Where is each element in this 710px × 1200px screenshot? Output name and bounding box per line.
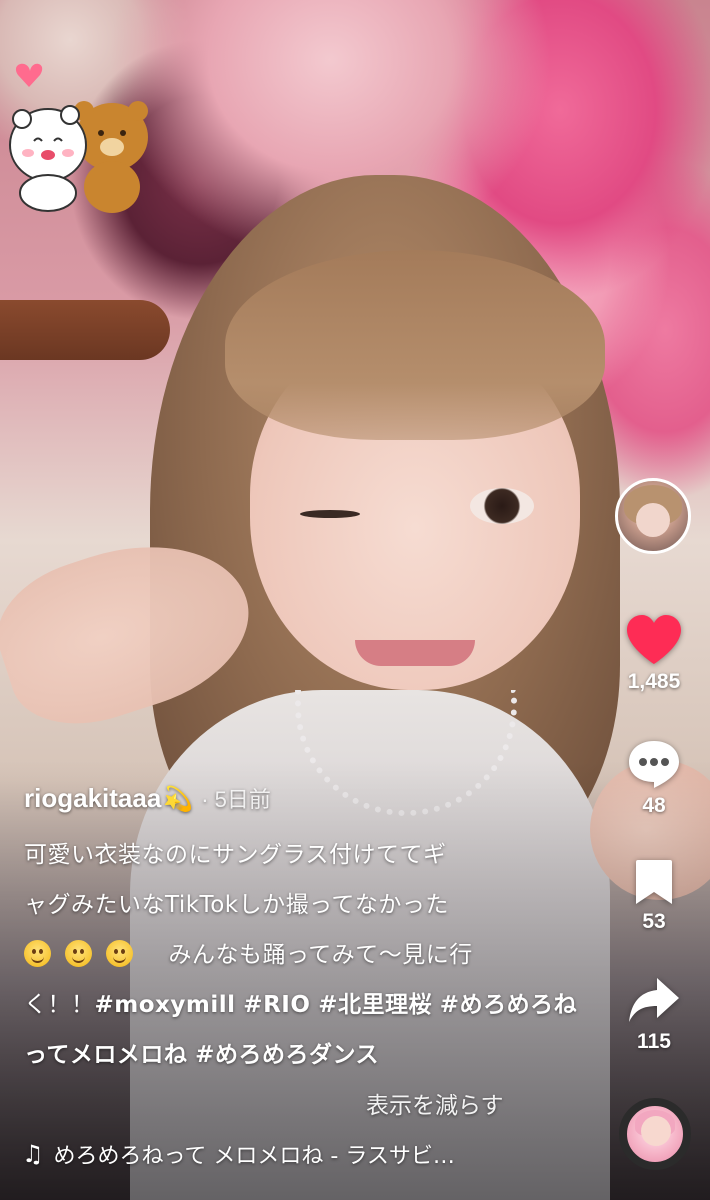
subject-bangs <box>225 250 605 440</box>
caption-line-3-text: みんなも踊ってみて〜見に行 <box>168 942 473 968</box>
username-emoji: 💫 <box>163 786 194 813</box>
bear-sticker <box>9 63 148 213</box>
comment-count: 48 <box>642 794 666 817</box>
music-disc[interactable] <box>619 1098 691 1170</box>
subject-mouth <box>355 640 475 666</box>
music-note-icon: ♫ <box>22 1140 44 1168</box>
slightly-smiling-face-emoji <box>105 940 133 967</box>
background-shelf <box>0 300 170 360</box>
post-time: · 5日前 <box>201 787 271 812</box>
post-caption-area: riogakitaaa 💫 · 5日前 可愛い衣装なのにサングラス付けててギ ャ… <box>24 782 584 1080</box>
slightly-smiling-face-emoji <box>64 940 92 967</box>
bookmark-icon <box>636 860 672 904</box>
hashtag-link[interactable]: #moxymill <box>95 992 236 1018</box>
caption-line-2: ャグみたいなTikTokしか撮ってなかった <box>24 892 449 918</box>
heart-icon <box>627 615 681 664</box>
hashtag-link[interactable]: #RIO <box>243 992 310 1018</box>
save-button[interactable]: 53 <box>614 858 694 934</box>
music-track-row[interactable]: ♫ めろめろねって メロメロね - ラスサビ… <box>22 1138 455 1170</box>
like-count: 1,485 <box>627 670 681 693</box>
show-less-link[interactable]: 表示を減らす <box>366 1086 504 1120</box>
caption-text: 可愛い衣装なのにサングラス付けててギ ャグみたいなTikTokしか撮ってなかった… <box>24 830 584 1080</box>
disc-face <box>641 1116 671 1146</box>
save-count: 53 <box>642 910 666 933</box>
comment-bubble-icon <box>629 741 679 788</box>
share-arrow-icon <box>629 978 679 1022</box>
comment-button[interactable]: 48 <box>614 738 694 818</box>
hashtag-link[interactable]: #北里理桜 <box>318 992 432 1018</box>
hashtag-link[interactable]: #めろめろダンス <box>195 1042 379 1068</box>
subject-winking-eye <box>300 510 360 518</box>
music-track-title: めろめろねって メロメロね - ラスサビ… <box>53 1144 455 1169</box>
post-meta-row: riogakitaaa 💫 · 5日前 <box>24 782 584 814</box>
caption-line-1: 可愛い衣装なのにサングラス付けててギ <box>24 842 447 868</box>
slightly-smiling-face-emoji <box>24 940 51 967</box>
caption-line-3: みんなも踊ってみて〜見に行 <box>24 930 584 980</box>
creator-username[interactable]: riogakitaaa <box>24 783 161 814</box>
share-button[interactable]: 115 <box>614 976 694 1054</box>
caption-line-4-prefix: く！！ <box>24 992 95 1018</box>
like-button[interactable]: 1,485 <box>614 614 694 694</box>
caption-line-4: く！！#moxymill #RIO #北里理桜 #めろめろねってメロメロね #め… <box>24 980 584 1080</box>
avatar-face <box>636 503 670 537</box>
subject-open-eye <box>470 488 534 524</box>
share-count: 115 <box>637 1030 671 1053</box>
creator-avatar[interactable] <box>615 478 691 554</box>
